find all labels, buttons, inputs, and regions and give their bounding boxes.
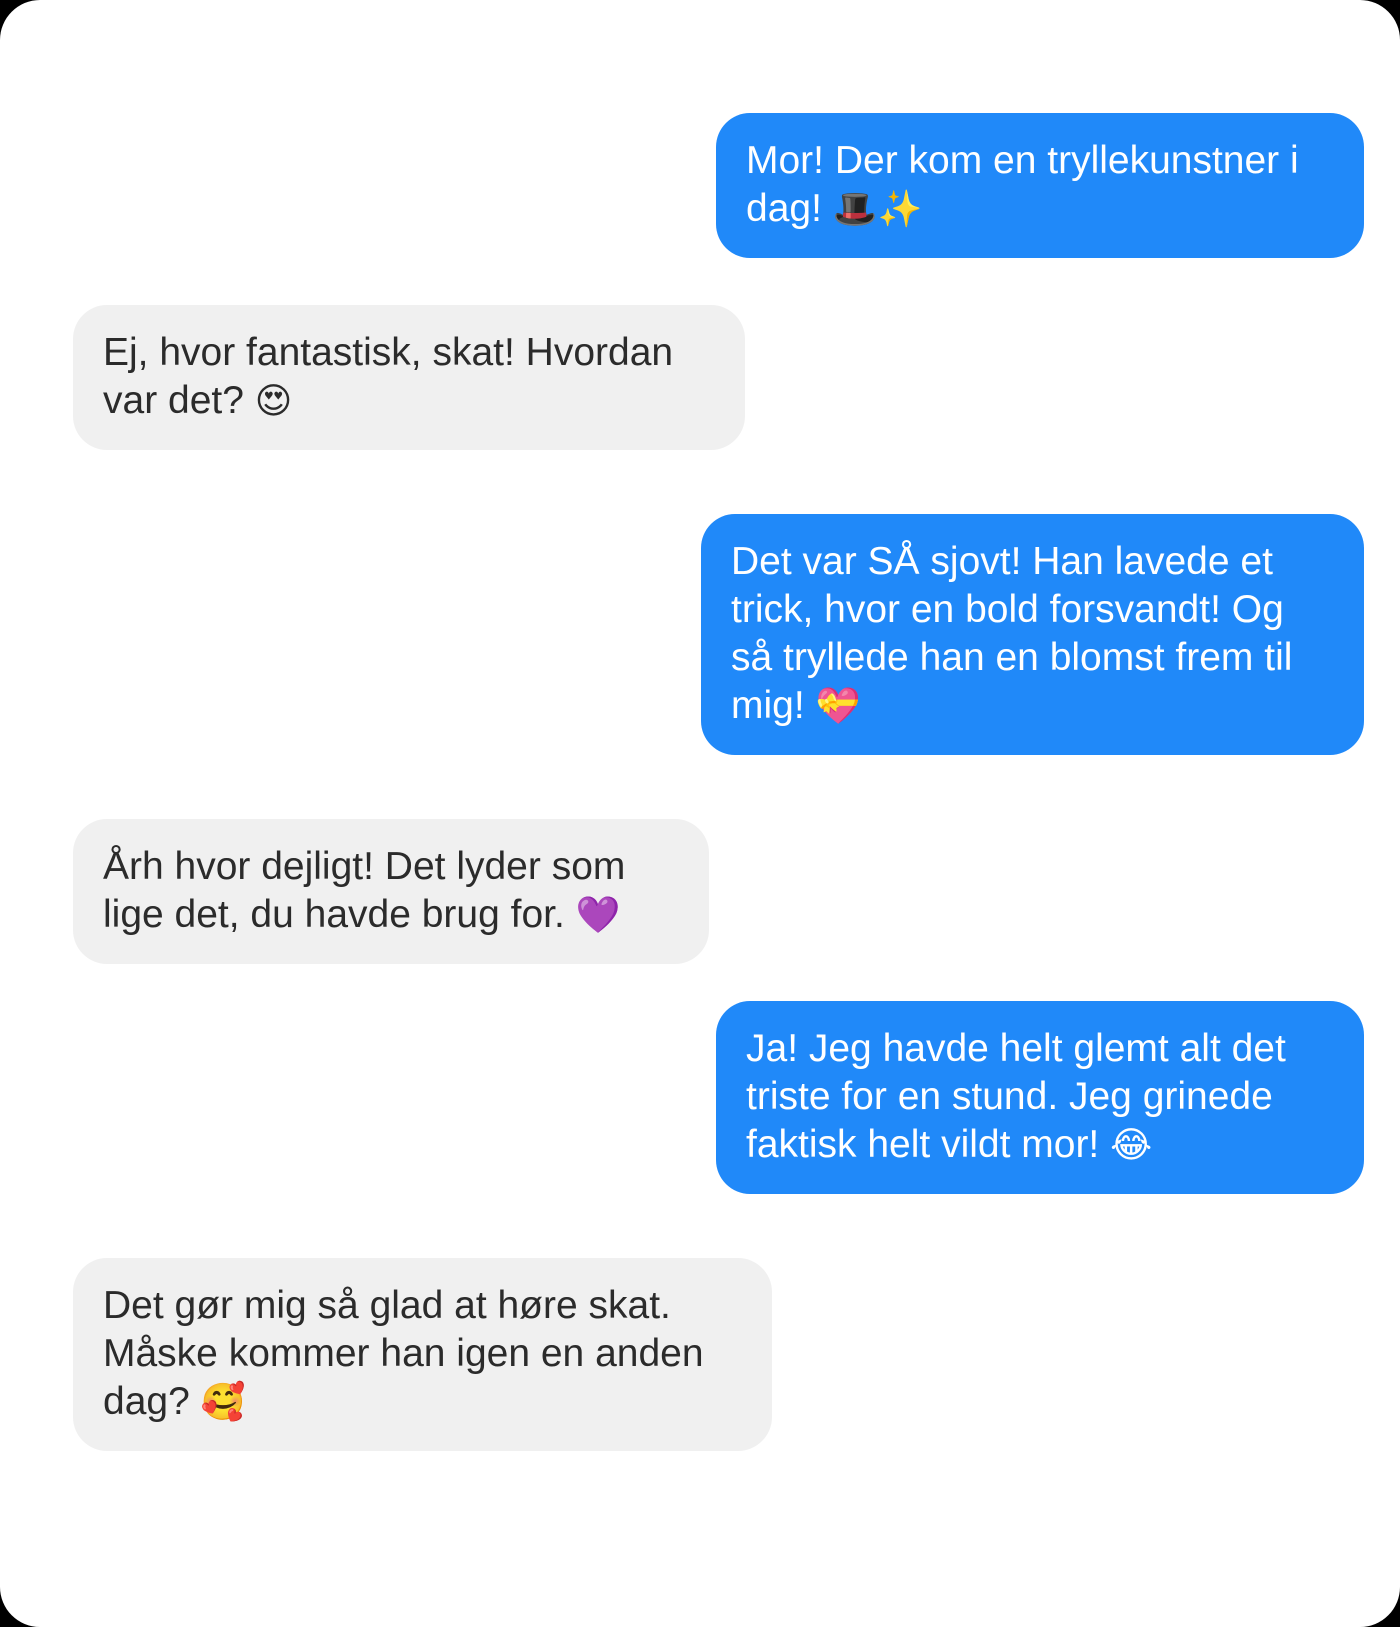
message-bubble-sent[interactable]: Mor! Der kom en tryllekunstner i dag! 🎩✨ [716, 113, 1364, 258]
message-text: Ej, hvor fantastisk, skat! Hvordan var d… [103, 331, 674, 422]
chat-screen: Mor! Der kom en tryllekunstner i dag! 🎩✨… [0, 0, 1400, 1627]
heart-eyes-emoji-icon: 😍 [254, 381, 293, 422]
message-bubble-received[interactable]: Ej, hvor fantastisk, skat! Hvordan var d… [73, 305, 745, 450]
top-hat-sparkles-emoji-icon: 🎩✨ [832, 189, 923, 230]
purple-heart-emoji-icon: 💜 [575, 895, 621, 936]
message-bubble-sent[interactable]: Det var SÅ sjovt! Han lavede et trick, h… [701, 514, 1364, 755]
message-bubble-received[interactable]: Det gør mig så glad at høre skat. Måske … [73, 1258, 772, 1451]
message-text: Det gør mig så glad at høre skat. Måske … [103, 1284, 704, 1423]
heart-ribbon-emoji-icon: 💝 [815, 686, 861, 727]
message-text: Ja! Jeg havde helt glemt alt det triste … [746, 1027, 1286, 1166]
message-text: Mor! Der kom en tryllekunstner i dag! [746, 139, 1299, 230]
tears-of-joy-emoji-icon: 😂 [1110, 1125, 1153, 1166]
message-bubble-received[interactable]: Årh hvor dejligt! Det lyder som lige det… [73, 819, 709, 964]
message-bubble-sent[interactable]: Ja! Jeg havde helt glemt alt det triste … [716, 1001, 1364, 1194]
smiling-face-hearts-emoji-icon: 🥰 [200, 1382, 246, 1423]
message-text: Årh hvor dejligt! Det lyder som lige det… [103, 845, 626, 936]
